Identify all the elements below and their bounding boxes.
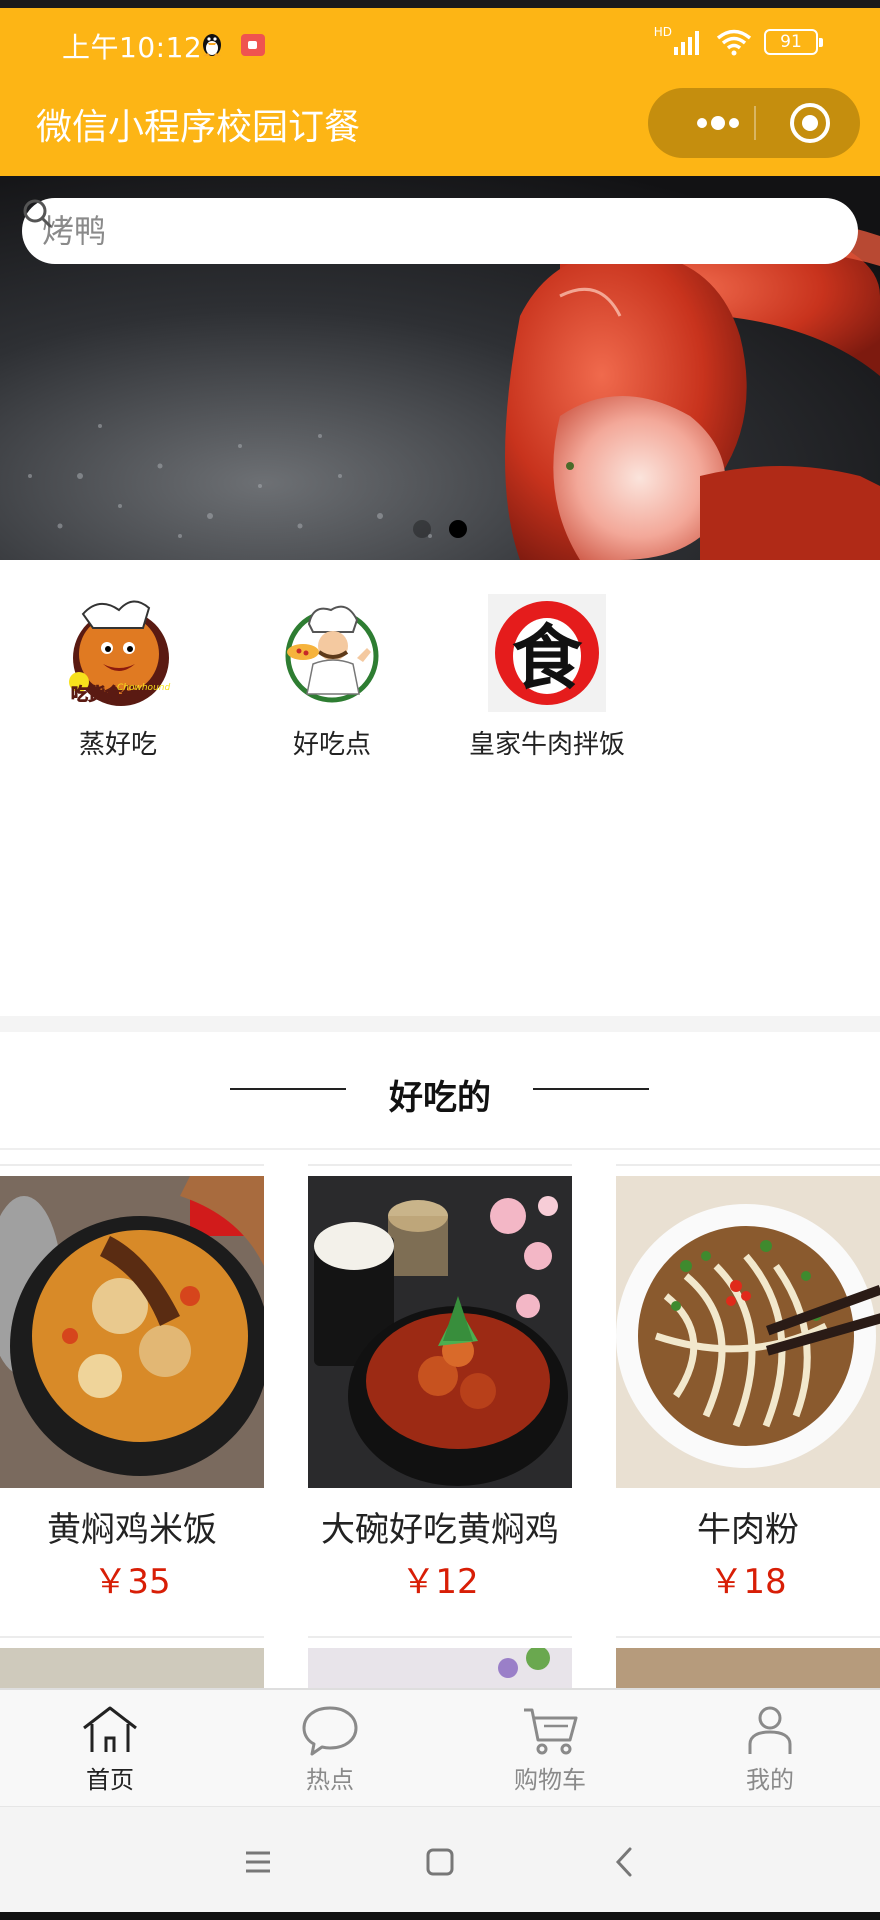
more-dots-icon[interactable] — [676, 88, 776, 158]
dish-image-partial[interactable] — [0, 1648, 264, 1688]
card-divider — [0, 1164, 264, 1166]
dish-price: ￥12 — [401, 1562, 479, 1602]
dish-price: ￥18 — [709, 1562, 787, 1602]
search-bar[interactable] — [22, 198, 858, 264]
dish-name: 牛肉粉 — [697, 1510, 799, 1550]
shop-list: 吃货食代 Chowhound 蒸好吃 好吃点 食 皇家牛肉拌饭 — [0, 560, 880, 1016]
signal-icon — [674, 31, 699, 55]
capsule-divider — [754, 106, 756, 140]
tab-label: 热点 — [306, 1766, 354, 1794]
chowhound-logo-subtext: Chowhound — [117, 683, 170, 693]
card-divider — [616, 1164, 880, 1166]
title-bar: 上午10:12 HD 91 微信小程序校园订餐 — [0, 0, 880, 176]
menu-icon[interactable] — [228, 1837, 288, 1887]
shop-name: 好吃点 — [292, 730, 371, 760]
recommended-section: 好吃的 黄焖鸡米饭 ￥35 大碗好吃黄焖鸡 ￥12 牛肉粉 ￥18 — [0, 1032, 880, 1688]
battery-icon: 91 — [764, 29, 823, 55]
status-indicators: HD 91 — [653, 25, 823, 56]
card-divider — [0, 1636, 264, 1638]
card-divider — [308, 1636, 572, 1638]
screen-bottom-edge — [0, 1912, 880, 1920]
shop-item[interactable]: 好吃点 — [232, 594, 432, 761]
search-input[interactable] — [42, 212, 742, 250]
tab-label: 购物车 — [514, 1766, 586, 1794]
hd-label: HD — [653, 25, 672, 39]
dish-image — [0, 1176, 264, 1488]
dish-image — [308, 1176, 572, 1488]
royal-beef-logo-text: 食 — [512, 617, 583, 699]
close-miniprogram-icon[interactable] — [790, 103, 830, 143]
tab-hot[interactable]: 热点 — [250, 1704, 410, 1795]
system-nav-bar — [0, 1806, 880, 1920]
tab-label: 首页 — [86, 1766, 134, 1794]
tab-cart[interactable]: 购物车 — [470, 1704, 630, 1795]
miniprogram-capsule — [648, 88, 860, 158]
tab-me[interactable]: 我的 — [690, 1704, 850, 1795]
screen-top-edge — [0, 0, 880, 8]
carousel-dot-2[interactable] — [449, 520, 467, 538]
status-time: 上午10:12 — [62, 31, 203, 64]
shop-logo: 吃货食代 Chowhound — [59, 594, 177, 712]
tab-home[interactable]: 首页 — [30, 1704, 190, 1795]
cart-icon — [524, 1708, 578, 1755]
section-line-right — [533, 1088, 649, 1090]
chowhound-logo: 吃货食代 Chowhound — [59, 594, 177, 712]
dish-name: 大碗好吃黄焖鸡 — [321, 1510, 559, 1550]
screen-record-icon — [241, 34, 265, 56]
shop-name: 蒸好吃 — [78, 730, 157, 760]
dish-image-partial[interactable] — [308, 1648, 572, 1688]
card-divider — [308, 1164, 572, 1166]
dish-image-partial[interactable] — [616, 1648, 880, 1688]
carousel-dot-1[interactable] — [413, 520, 431, 538]
dish-price: ￥35 — [93, 1562, 171, 1602]
royal-beef-logo: 食 — [488, 594, 606, 712]
tab-label: 我的 — [746, 1766, 794, 1794]
page-title: 微信小程序校园订餐 — [36, 107, 361, 148]
shop-item[interactable]: 食 皇家牛肉拌饭 — [447, 594, 647, 761]
dish-name: 黄焖鸡米饭 — [47, 1510, 217, 1550]
shop-name: 皇家牛肉拌饭 — [468, 730, 625, 760]
banner-carousel[interactable] — [0, 176, 880, 560]
home-icon — [83, 1706, 137, 1752]
home-square-icon[interactable] — [410, 1837, 470, 1887]
section-header: 好吃的 — [0, 1032, 880, 1150]
wifi-icon — [716, 29, 752, 56]
chat-bubble-icon — [302, 1706, 358, 1756]
user-icon — [748, 1706, 792, 1754]
back-icon[interactable] — [594, 1837, 654, 1887]
shop-logo: 食 — [488, 594, 606, 712]
qq-penguin-icon — [203, 34, 221, 56]
bottom-tab-bar: 首页 热点 购物车 我的 — [0, 1688, 880, 1806]
chef-logo — [273, 594, 391, 712]
shop-item[interactable]: 吃货食代 Chowhound 蒸好吃 — [18, 594, 218, 761]
section-title: 好吃的 — [389, 1078, 491, 1118]
search-icon — [23, 199, 52, 228]
shop-logo — [273, 594, 391, 712]
card-divider — [616, 1636, 880, 1638]
dish-image — [616, 1176, 880, 1488]
app-screen: 上午10:12 HD 91 微信小程序校园订餐 烤鸭 吃货食代 Chowhoun… — [0, 0, 880, 1920]
